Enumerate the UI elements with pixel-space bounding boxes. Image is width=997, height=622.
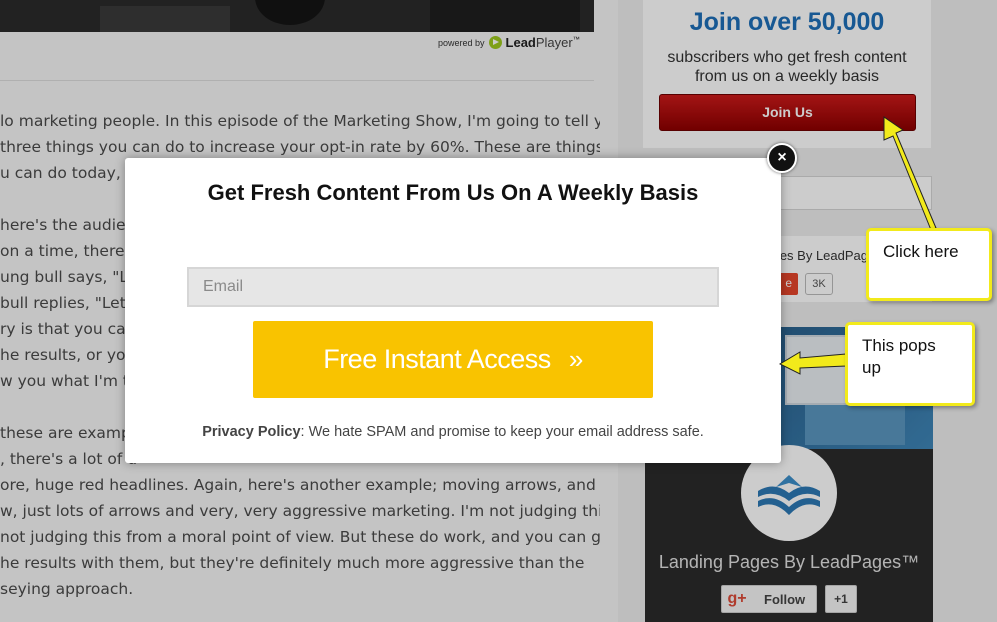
close-icon[interactable]: × [767, 143, 797, 173]
privacy-policy-link[interactable]: Privacy Policy [202, 424, 300, 440]
privacy-text: : We hate SPAM and promise to keep your … [300, 424, 704, 440]
free-instant-access-button[interactable]: Free Instant Access » [253, 321, 653, 398]
callout-this-pops-up: This pops up [845, 322, 975, 406]
callout-click-here: Click here [866, 228, 992, 301]
email-field[interactable] [187, 267, 719, 307]
chevron-right-icon: » [568, 344, 583, 374]
cta-label: Free Instant Access [323, 344, 551, 374]
privacy-note: Privacy Policy: We hate SPAM and promise… [155, 424, 751, 440]
modal-title: Get Fresh Content From Us On A Weekly Ba… [207, 180, 699, 205]
optin-modal: Get Fresh Content From Us On A Weekly Ba… [125, 158, 781, 463]
